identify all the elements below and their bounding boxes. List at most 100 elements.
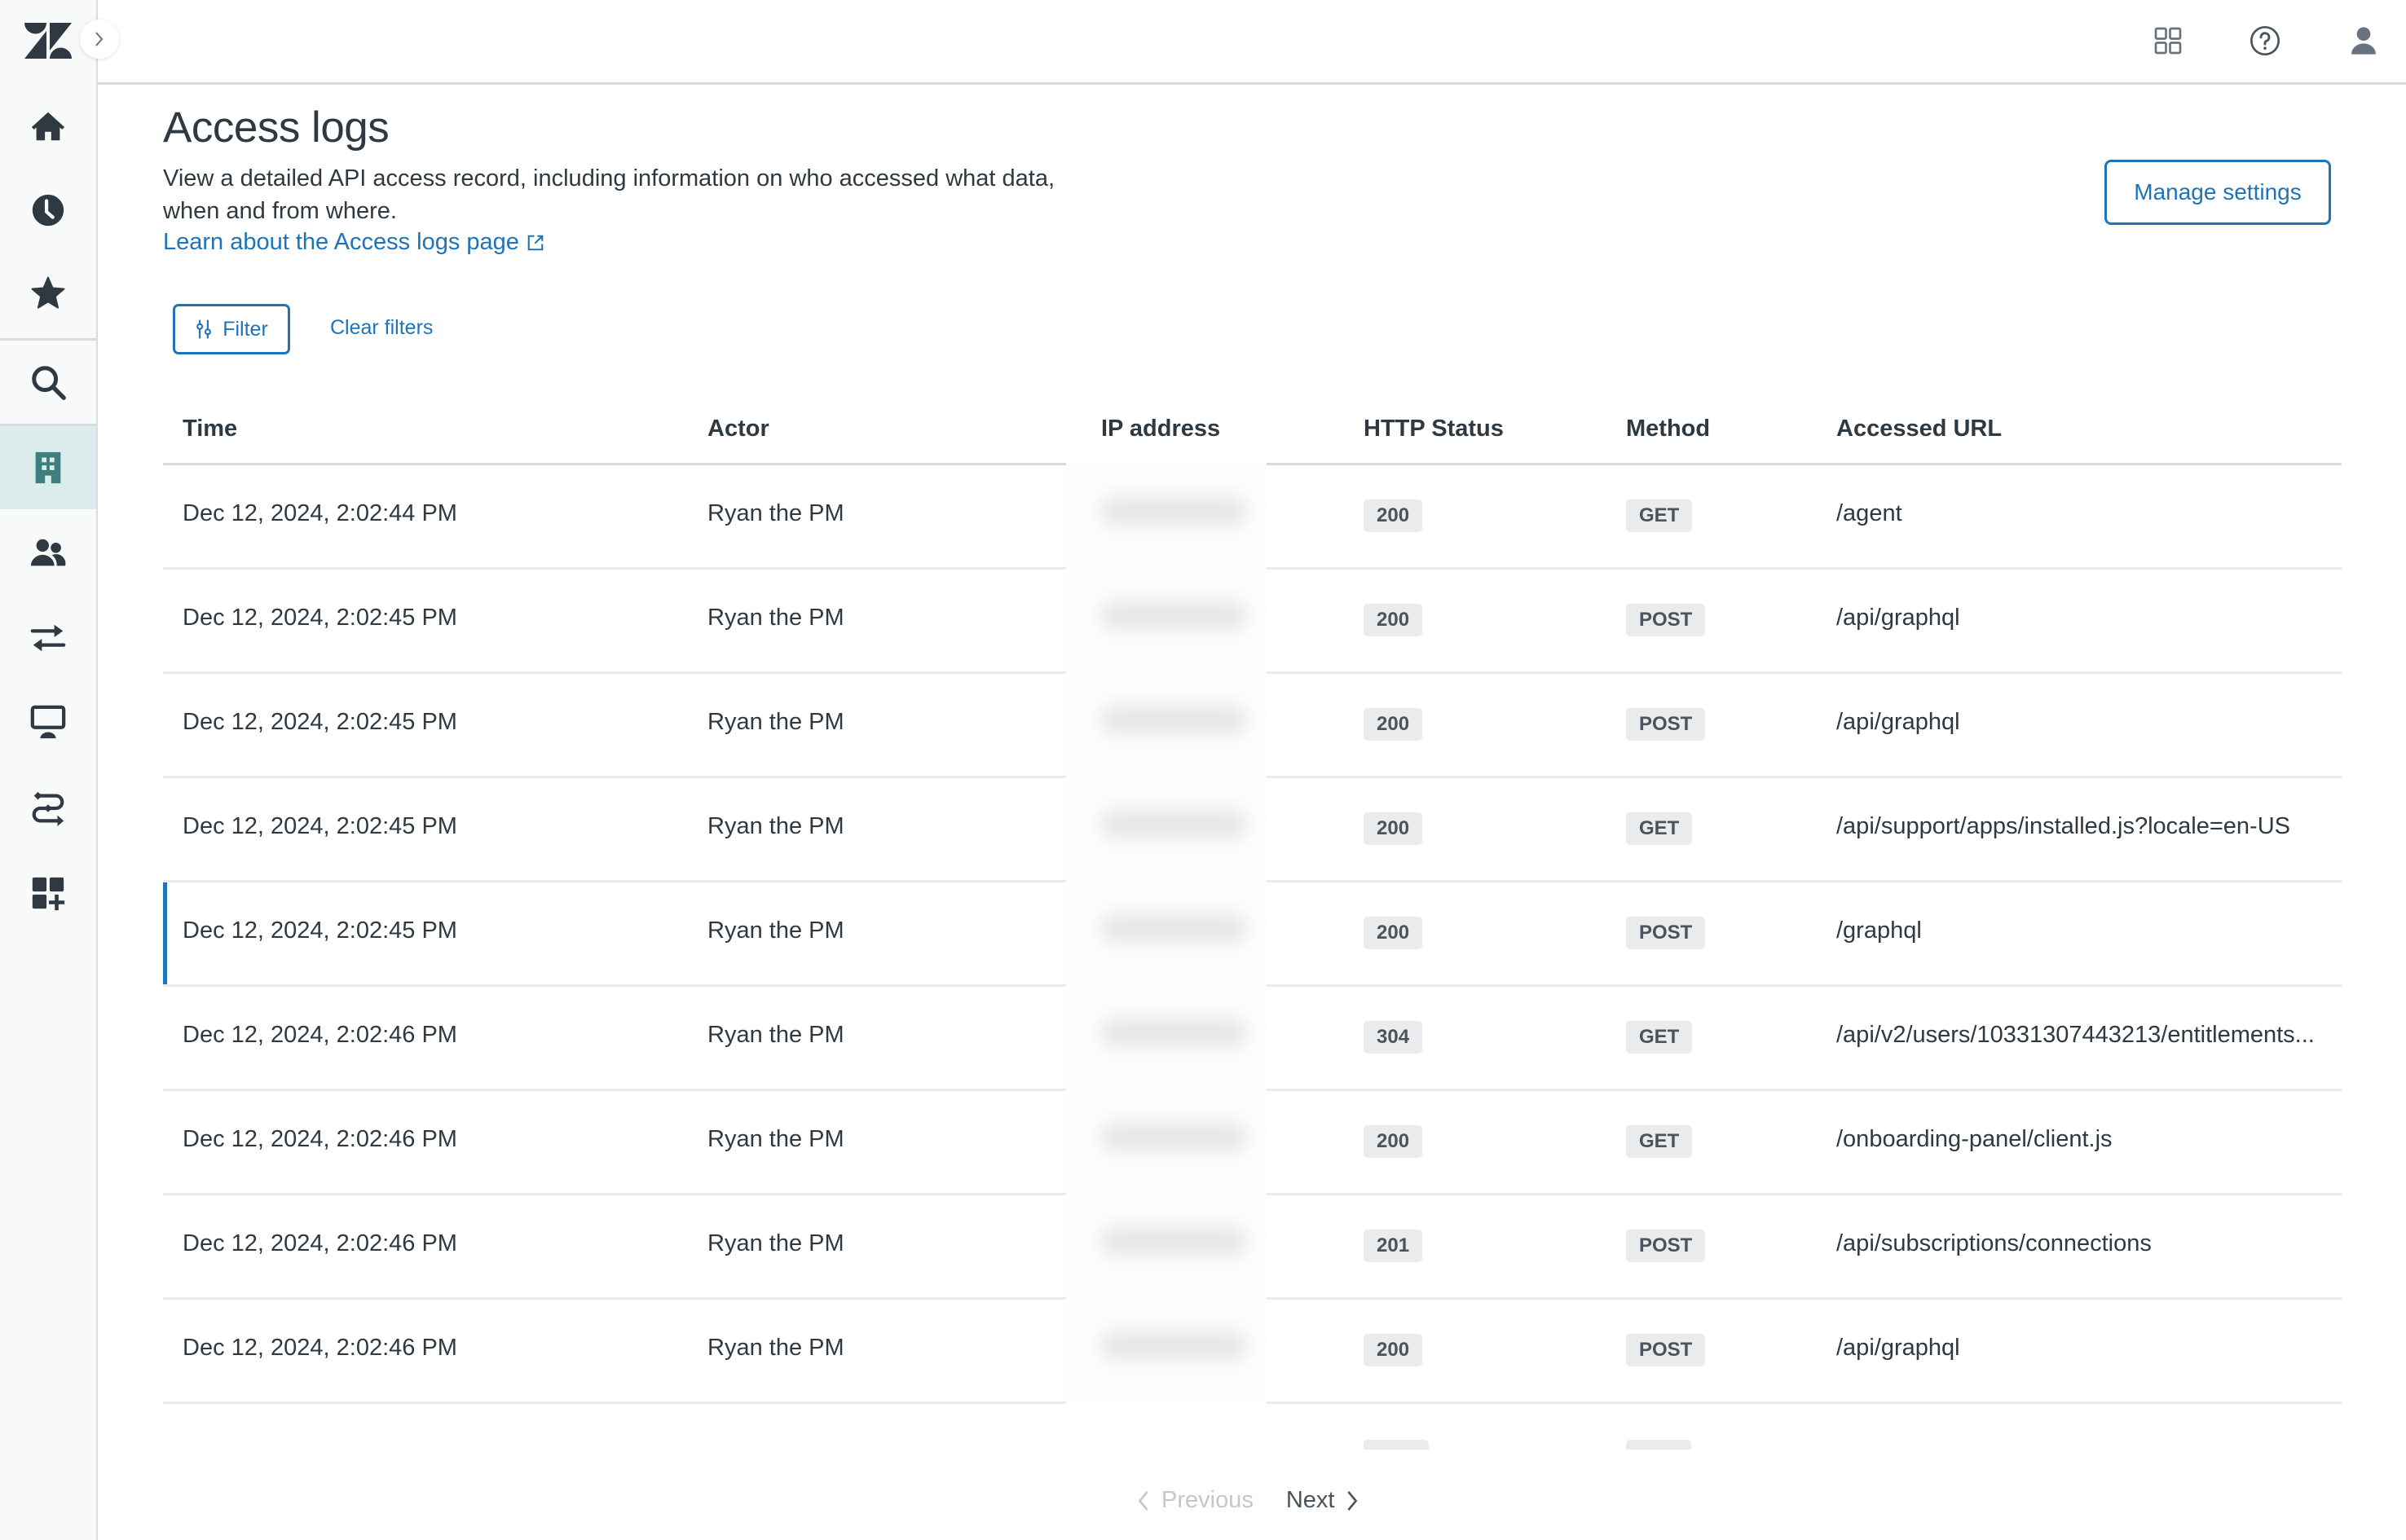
sidebar-item-views[interactable]	[0, 169, 96, 252]
product-tray-button[interactable]	[2148, 21, 2188, 60]
method-badge: GET	[1626, 1021, 1693, 1054]
method-badge: POST	[1626, 1334, 1706, 1366]
cell-time: Dec 12, 2024, 2:02:45 PM	[183, 709, 457, 735]
home-icon	[31, 112, 65, 141]
cell-time: Dec 12, 2024, 2:02:44 PM	[183, 500, 457, 526]
cell-ip-address-redacted	[1100, 1331, 1247, 1360]
monitor-icon	[30, 705, 66, 739]
status-badge: 200	[1364, 604, 1423, 636]
cell-ip-address-redacted	[1100, 1122, 1247, 1151]
status-badge: 304	[1364, 1021, 1423, 1054]
cell-time: Dec 12, 2024, 2:02:46 PM	[183, 1230, 457, 1256]
sidebar-item-home[interactable]	[0, 85, 96, 168]
sidebar-item-channels[interactable]	[0, 596, 96, 680]
next-page-button[interactable]: Next	[1286, 1487, 1359, 1514]
status-badge: 201	[1364, 1230, 1423, 1262]
cell-accessed-url: /api/graphql	[1836, 1335, 1960, 1361]
cell-actor: Ryan the PM	[707, 1022, 844, 1048]
status-badge: 200	[1364, 499, 1423, 532]
learn-about-access-logs-link[interactable]: Learn about the Access logs page	[163, 229, 545, 256]
cell-time: Dec 12, 2024, 2:02:45 PM	[183, 605, 457, 631]
cell-accessed-url: /api/graphql	[1836, 605, 1960, 631]
filter-label: Filter	[223, 317, 268, 341]
cell-ip-address-redacted	[1100, 705, 1247, 734]
help-icon	[2250, 26, 2280, 55]
filter-button[interactable]: Filter	[173, 304, 290, 354]
expand-sidebar-button[interactable]	[80, 20, 119, 59]
method-badge: POST	[1626, 917, 1706, 949]
sidebar-item-apps-integrations[interactable]	[0, 851, 96, 935]
sliders-icon	[196, 319, 212, 339]
table-row[interactable]: Dec 12, 2024, 2:02:46 PM Ryan the PM 201 PO…	[163, 1193, 2342, 1300]
status-badge: 200	[1364, 1125, 1423, 1158]
chevron-right-icon	[95, 32, 104, 46]
table-row[interactable]: Dec 12, 2024, 2:02:46 PM Ryan the PM 200 GE…	[163, 1089, 2342, 1195]
table-row[interactable]: Dec 12, 2024, 2:02:45 PM Ryan the PM 200 GE…	[163, 776, 2342, 882]
sidebar-item-account[interactable]	[0, 426, 96, 509]
learn-link-label: Learn about the Access logs page	[163, 229, 519, 255]
status-badge: 200	[1364, 708, 1423, 741]
method-badge: POST	[1626, 1230, 1706, 1262]
cell-ip-address-redacted	[1100, 601, 1247, 630]
page-title: Access logs	[163, 103, 390, 152]
table-row[interactable]: Dec 12, 2024, 2:02:45 PM Ryan the PM 200 PO…	[163, 880, 2342, 987]
column-header-method[interactable]: Method	[1626, 416, 1710, 442]
search-icon	[32, 366, 66, 400]
cell-ip-address-redacted	[1100, 1226, 1247, 1256]
column-header-accessed-url[interactable]: Accessed URL	[1836, 416, 2002, 442]
sidebar-item-people[interactable]	[0, 512, 96, 595]
sidebar-item-objects-and-rules[interactable]	[0, 767, 96, 850]
clear-filters-button[interactable]: Clear filters	[330, 316, 433, 340]
table-row[interactable]: Dec 12, 2024, 2:02:46 PM Ryan the PM 200 PO…	[163, 1297, 2342, 1404]
manage-settings-button[interactable]: Manage settings	[2104, 160, 2331, 225]
sidebar-item-favorites[interactable]	[0, 252, 96, 335]
cell-actor: Ryan the PM	[707, 1126, 844, 1152]
column-header-http-status[interactable]: HTTP Status	[1364, 416, 1504, 442]
cell-actor: Ryan the PM	[707, 709, 844, 735]
cell-accessed-url: /api/graphql	[1836, 709, 1960, 735]
chevron-left-icon	[1138, 1490, 1148, 1511]
cell-actor: Ryan the PM	[707, 605, 844, 631]
top-header	[98, 0, 2406, 85]
cell-actor: Ryan the PM	[707, 1335, 844, 1361]
previous-page-button[interactable]: Previous	[1137, 1487, 1254, 1514]
method-badge: POST	[1626, 708, 1706, 741]
arrows-exchange-icon	[30, 624, 66, 652]
table-row[interactable]: Dec 12, 2024, 2:02:45 PM Ryan the PM 200 PO…	[163, 671, 2342, 778]
column-header-actor[interactable]: Actor	[707, 416, 769, 442]
cell-ip-address-redacted	[1100, 496, 1247, 526]
user-menu-button[interactable]	[2344, 21, 2383, 60]
cell-accessed-url: /api/support/apps/installed.js?locale=en…	[1836, 813, 2290, 839]
column-header-time[interactable]: Time	[183, 416, 237, 442]
column-header-ip-address[interactable]: IP address	[1101, 416, 1220, 442]
page-description: View a detailed API access record, inclu…	[163, 165, 1055, 224]
table-row[interactable]: Dec 12, 2024, 2:02:46 PM Ryan the PM 304 GE…	[163, 984, 2342, 1091]
method-badge: GET	[1626, 812, 1693, 845]
cell-accessed-url: /api/v2/users/10331307443213/entitlement…	[1836, 1022, 2315, 1048]
cell-actor: Ryan the PM	[707, 500, 844, 526]
status-badge: 200	[1364, 917, 1423, 949]
star-icon	[31, 276, 65, 309]
status-badge: 200	[1364, 812, 1423, 845]
user-icon	[2351, 27, 2376, 55]
building-icon	[35, 451, 61, 484]
zendesk-logo-icon[interactable]	[24, 23, 72, 59]
cell-time: Dec 12, 2024, 2:02:45 PM	[183, 917, 457, 944]
cell-accessed-url: /graphql	[1836, 917, 1922, 944]
chevron-right-icon	[1347, 1490, 1358, 1511]
cell-actor: Ryan the PM	[707, 813, 844, 839]
sidebar-item-search[interactable]	[0, 341, 96, 424]
cell-actor: Ryan the PM	[707, 917, 844, 944]
help-button[interactable]	[2245, 21, 2285, 60]
method-badge: GET	[1626, 499, 1693, 532]
table-row[interactable]: Dec 12, 2024, 2:02:44 PM Ryan the PM 200 GE…	[163, 463, 2342, 570]
partial-method-badge	[1626, 1440, 1691, 1450]
table-row[interactable]: Dec 12, 2024, 2:02:45 PM Ryan the PM 200 PO…	[163, 567, 2342, 674]
table-body: Dec 12, 2024, 2:02:44 PM Ryan the PM 200 GE…	[163, 463, 2342, 1404]
partial-status-badge	[1364, 1440, 1429, 1450]
sidebar	[0, 0, 98, 1540]
cell-accessed-url: /onboarding-panel/client.js	[1836, 1126, 2113, 1152]
sidebar-item-workspaces[interactable]	[0, 681, 96, 764]
previous-label: Previous	[1161, 1487, 1254, 1513]
cell-ip-address-redacted	[1100, 913, 1247, 943]
